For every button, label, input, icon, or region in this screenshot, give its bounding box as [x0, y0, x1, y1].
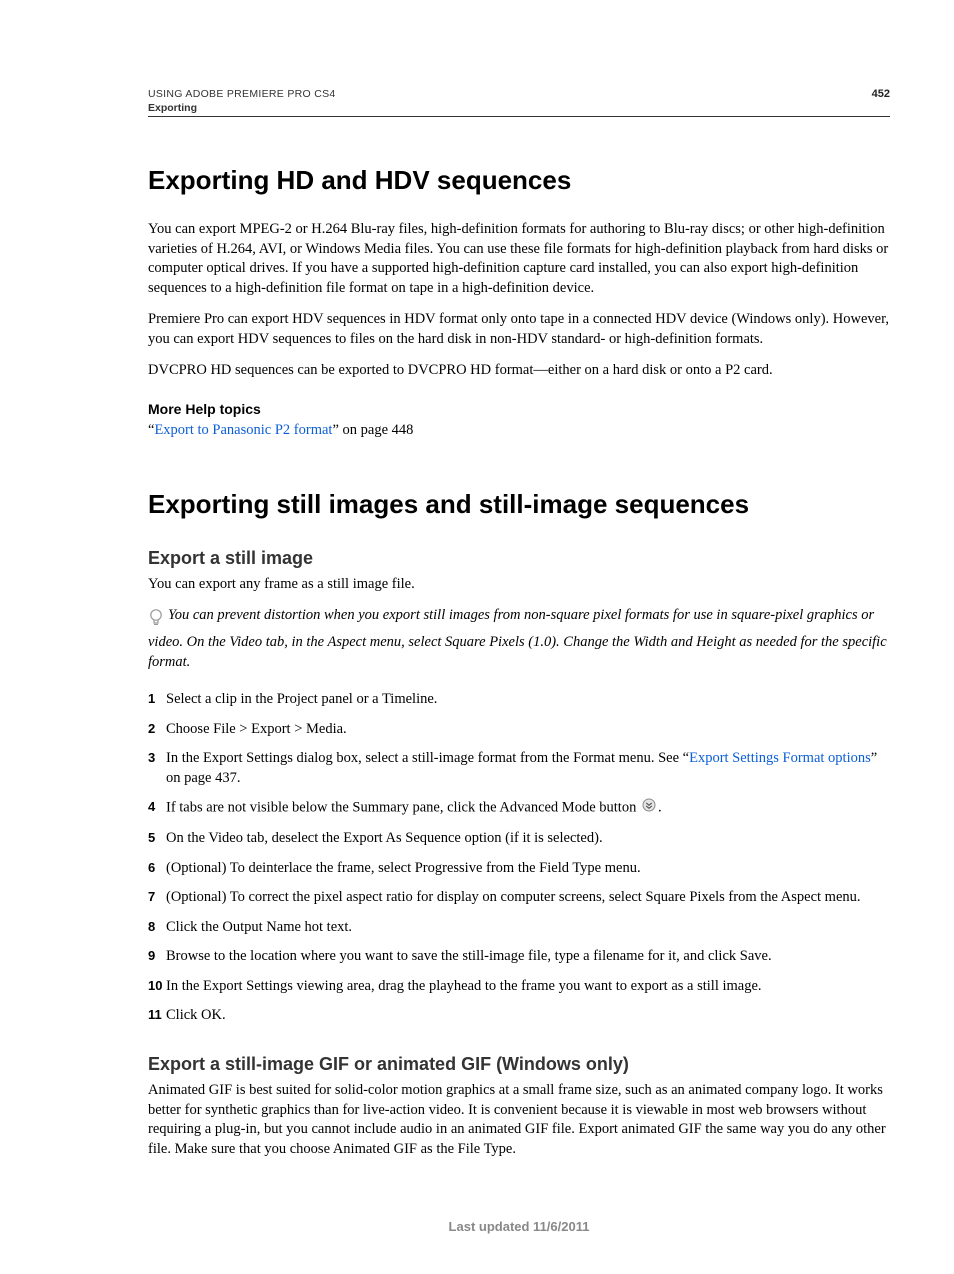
step-text: . [658, 800, 662, 816]
step-text: On the Video tab, deselect the Export As… [166, 830, 603, 846]
subhead-export-still: Export a still image [148, 548, 890, 569]
step-text: In the Export Settings dialog box, selec… [166, 750, 689, 766]
heading-still-images: Exporting still images and still-image s… [148, 489, 890, 520]
page: USING ADOBE PREMIERE PRO CS4 Exporting 4… [0, 0, 954, 1274]
section-still-images: Exporting still images and still-image s… [148, 489, 890, 1160]
more-help-label: More Help topics [148, 401, 890, 417]
step-text: (Optional) To correct the pixel aspect r… [166, 889, 861, 905]
step-text: Click the Output Name hot text. [166, 919, 352, 935]
body-text: Premiere Pro can export HDV sequences in… [148, 310, 890, 349]
step-item: In the Export Settings viewing area, dra… [148, 977, 890, 997]
step-text: Browse to the location where you want to… [166, 948, 772, 964]
page-header: USING ADOBE PREMIERE PRO CS4 Exporting 4… [148, 88, 890, 117]
help-topic-line: “Export to Panasonic P2 format” on page … [148, 421, 890, 441]
body-text: DVCPRO HD sequences can be exported to D… [148, 361, 890, 381]
tip-block: You can prevent distortion when you expo… [148, 606, 890, 672]
link-export-settings-format[interactable]: Export Settings Format options [689, 750, 871, 766]
advanced-mode-icon [642, 798, 656, 819]
step-text: If tabs are not visible below the Summar… [166, 800, 640, 816]
header-product: USING ADOBE PREMIERE PRO CS4 [148, 88, 336, 100]
step-item: In the Export Settings dialog box, selec… [148, 749, 890, 788]
step-text: Choose File > Export > Media. [166, 721, 347, 737]
step-item: Choose File > Export > Media. [148, 720, 890, 740]
section-hd-hdv: Exporting HD and HDV sequences You can e… [148, 165, 890, 441]
step-text: Select a clip in the Project panel or a … [166, 691, 437, 707]
step-item: Select a clip in the Project panel or a … [148, 690, 890, 710]
page-number: 452 [872, 88, 890, 100]
step-text: Click OK. [166, 1007, 226, 1023]
step-item: (Optional) To deinterlace the frame, sel… [148, 859, 890, 879]
step-item: (Optional) To correct the pixel aspect r… [148, 888, 890, 908]
body-text: Animated GIF is best suited for solid-co… [148, 1081, 890, 1159]
step-item: Browse to the location where you want to… [148, 947, 890, 967]
help-tail: ” on page 448 [332, 422, 413, 438]
body-text: You can export MPEG-2 or H.264 Blu-ray f… [148, 220, 890, 298]
subhead-export-gif: Export a still-image GIF or animated GIF… [148, 1054, 890, 1075]
header-left: USING ADOBE PREMIERE PRO CS4 Exporting [148, 88, 336, 114]
steps-list: Select a clip in the Project panel or a … [148, 690, 890, 1026]
lightbulb-icon [148, 608, 164, 633]
heading-hd-hdv: Exporting HD and HDV sequences [148, 165, 890, 196]
step-item: On the Video tab, deselect the Export As… [148, 829, 890, 849]
step-text: In the Export Settings viewing area, dra… [166, 978, 762, 994]
step-item: If tabs are not visible below the Summar… [148, 798, 890, 819]
header-chapter: Exporting [148, 102, 336, 114]
body-text: You can export any frame as a still imag… [148, 575, 890, 595]
step-item: Click OK. [148, 1006, 890, 1026]
tip-text: You can prevent distortion when you expo… [148, 607, 887, 670]
link-export-p2[interactable]: Export to Panasonic P2 format [154, 422, 332, 438]
step-item: Click the Output Name hot text. [148, 918, 890, 938]
footer-updated: Last updated 11/6/2011 [148, 1219, 890, 1234]
step-text: (Optional) To deinterlace the frame, sel… [166, 860, 641, 876]
